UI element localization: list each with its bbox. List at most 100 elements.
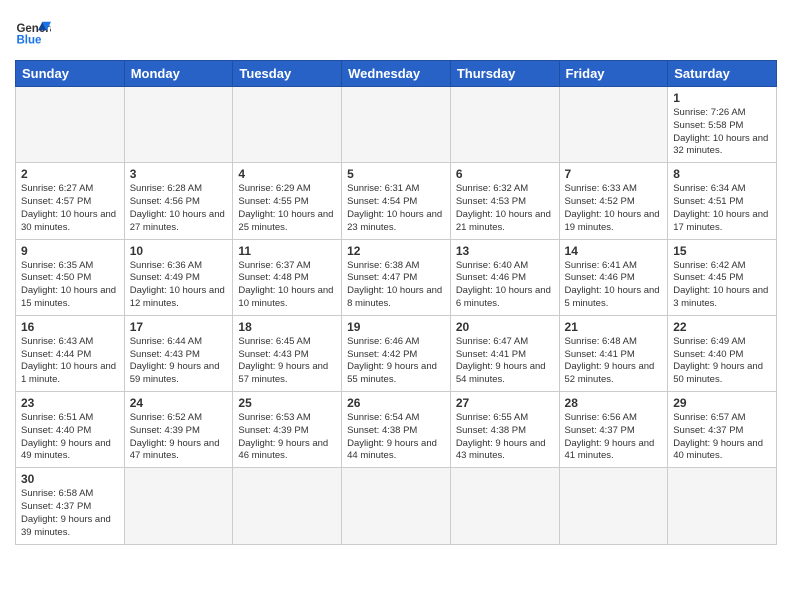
- calendar-cell: 7 Sunrise: 6:33 AM Sunset: 4:52 PM Daylig…: [559, 163, 668, 239]
- calendar-cell: 9Sunrise: 6:35 AM Sunset: 4:50 PM Daylig…: [16, 239, 125, 315]
- day-info: Sunrise: 6:51 AM Sunset: 4:40 PM Dayligh…: [21, 412, 119, 463]
- day-info: Sunrise: 6:46 AM Sunset: 4:42 PM Dayligh…: [347, 336, 445, 387]
- calendar-cell: [559, 87, 668, 163]
- calendar-cell: [450, 87, 559, 163]
- calendar-cell: [450, 468, 559, 544]
- day-info: Sunrise: 6:54 AM Sunset: 4:38 PM Dayligh…: [347, 412, 445, 463]
- calendar-header-sunday: Sunday: [16, 61, 125, 87]
- calendar: SundayMondayTuesdayWednesdayThursdayFrid…: [15, 60, 777, 545]
- calendar-cell: [16, 87, 125, 163]
- day-info: Sunrise: 6:52 AM Sunset: 4:39 PM Dayligh…: [130, 412, 228, 463]
- calendar-cell: 22 Sunrise: 6:49 AM Sunset: 4:40 PM Dayli…: [668, 315, 777, 391]
- day-number: 17: [130, 320, 228, 334]
- calendar-cell: [342, 468, 451, 544]
- day-info: Sunrise: 6:45 AM Sunset: 4:43 PM Dayligh…: [238, 336, 336, 387]
- day-number: 10: [130, 244, 228, 258]
- day-number: 15: [673, 244, 771, 258]
- day-info: Sunrise: 7:26 AM Sunset: 5:58 PM Dayligh…: [673, 107, 771, 158]
- calendar-cell: [233, 468, 342, 544]
- logo: General Blue: [15, 16, 51, 52]
- day-info: Sunrise: 6:28 AM Sunset: 4:56 PM Dayligh…: [130, 183, 228, 234]
- day-number: 9: [21, 244, 119, 258]
- calendar-cell: 28Sunrise: 6:56 AM Sunset: 4:37 PM Dayli…: [559, 392, 668, 468]
- calendar-cell: 27Sunrise: 6:55 AM Sunset: 4:38 PM Dayli…: [450, 392, 559, 468]
- day-number: 13: [456, 244, 554, 258]
- day-info: Sunrise: 6:56 AM Sunset: 4:37 PM Dayligh…: [565, 412, 663, 463]
- day-info: Sunrise: 6:36 AM Sunset: 4:49 PM Dayligh…: [130, 260, 228, 311]
- calendar-cell: 18 Sunrise: 6:45 AM Sunset: 4:43 PM Dayli…: [233, 315, 342, 391]
- day-info: Sunrise: 6:41 AM Sunset: 4:46 PM Dayligh…: [565, 260, 663, 311]
- header: General Blue: [15, 10, 777, 52]
- day-info: Sunrise: 6:33 AM Sunset: 4:52 PM Dayligh…: [565, 183, 663, 234]
- day-info: Sunrise: 6:38 AM Sunset: 4:47 PM Dayligh…: [347, 260, 445, 311]
- calendar-header-row: SundayMondayTuesdayWednesdayThursdayFrid…: [16, 61, 777, 87]
- calendar-cell: 30 Sunrise: 6:58 AM Sunset: 4:37 PM Dayli…: [16, 468, 125, 544]
- calendar-cell: [342, 87, 451, 163]
- calendar-cell: 10 Sunrise: 6:36 AM Sunset: 4:49 PM Dayli…: [124, 239, 233, 315]
- day-info: Sunrise: 6:32 AM Sunset: 4:53 PM Dayligh…: [456, 183, 554, 234]
- calendar-cell: 25 Sunrise: 6:53 AM Sunset: 4:39 PM Dayli…: [233, 392, 342, 468]
- day-info: Sunrise: 6:29 AM Sunset: 4:55 PM Dayligh…: [238, 183, 336, 234]
- day-info: Sunrise: 6:53 AM Sunset: 4:39 PM Dayligh…: [238, 412, 336, 463]
- calendar-cell: [233, 87, 342, 163]
- calendar-header-tuesday: Tuesday: [233, 61, 342, 87]
- calendar-cell: 24Sunrise: 6:52 AM Sunset: 4:39 PM Dayli…: [124, 392, 233, 468]
- day-info: Sunrise: 6:49 AM Sunset: 4:40 PM Dayligh…: [673, 336, 771, 387]
- calendar-cell: 20 Sunrise: 6:47 AM Sunset: 4:41 PM Dayli…: [450, 315, 559, 391]
- day-number: 25: [238, 396, 336, 410]
- calendar-cell: 15 Sunrise: 6:42 AM Sunset: 4:45 PM Dayli…: [668, 239, 777, 315]
- day-info: Sunrise: 6:34 AM Sunset: 4:51 PM Dayligh…: [673, 183, 771, 234]
- calendar-cell: [668, 468, 777, 544]
- calendar-cell: 19 Sunrise: 6:46 AM Sunset: 4:42 PM Dayli…: [342, 315, 451, 391]
- day-info: Sunrise: 6:31 AM Sunset: 4:54 PM Dayligh…: [347, 183, 445, 234]
- calendar-cell: 21Sunrise: 6:48 AM Sunset: 4:41 PM Dayli…: [559, 315, 668, 391]
- svg-text:Blue: Blue: [16, 34, 42, 46]
- day-info: Sunrise: 6:37 AM Sunset: 4:48 PM Dayligh…: [238, 260, 336, 311]
- day-number: 26: [347, 396, 445, 410]
- calendar-cell: 2 Sunrise: 6:27 AM Sunset: 4:57 PM Daylig…: [16, 163, 125, 239]
- day-info: Sunrise: 6:43 AM Sunset: 4:44 PM Dayligh…: [21, 336, 119, 387]
- calendar-cell: 14Sunrise: 6:41 AM Sunset: 4:46 PM Dayli…: [559, 239, 668, 315]
- calendar-cell: 23Sunrise: 6:51 AM Sunset: 4:40 PM Dayli…: [16, 392, 125, 468]
- calendar-cell: 26 Sunrise: 6:54 AM Sunset: 4:38 PM Dayli…: [342, 392, 451, 468]
- calendar-cell: 12Sunrise: 6:38 AM Sunset: 4:47 PM Dayli…: [342, 239, 451, 315]
- day-number: 18: [238, 320, 336, 334]
- day-info: Sunrise: 6:27 AM Sunset: 4:57 PM Dayligh…: [21, 183, 119, 234]
- calendar-cell: 3 Sunrise: 6:28 AM Sunset: 4:56 PM Daylig…: [124, 163, 233, 239]
- day-number: 21: [565, 320, 663, 334]
- day-info: Sunrise: 6:58 AM Sunset: 4:37 PM Dayligh…: [21, 488, 119, 539]
- page: General Blue SundayMondayTuesdayWednesda…: [0, 0, 792, 560]
- day-number: 20: [456, 320, 554, 334]
- calendar-cell: 16 Sunrise: 6:43 AM Sunset: 4:44 PM Dayli…: [16, 315, 125, 391]
- calendar-cell: 5 Sunrise: 6:31 AM Sunset: 4:54 PM Daylig…: [342, 163, 451, 239]
- day-number: 8: [673, 167, 771, 181]
- day-number: 7: [565, 167, 663, 181]
- calendar-header-friday: Friday: [559, 61, 668, 87]
- day-number: 6: [456, 167, 554, 181]
- day-info: Sunrise: 6:42 AM Sunset: 4:45 PM Dayligh…: [673, 260, 771, 311]
- calendar-cell: 4Sunrise: 6:29 AM Sunset: 4:55 PM Daylig…: [233, 163, 342, 239]
- calendar-header-monday: Monday: [124, 61, 233, 87]
- day-number: 30: [21, 472, 119, 486]
- calendar-cell: [124, 468, 233, 544]
- calendar-cell: 6 Sunrise: 6:32 AM Sunset: 4:53 PM Daylig…: [450, 163, 559, 239]
- calendar-cell: 29Sunrise: 6:57 AM Sunset: 4:37 PM Dayli…: [668, 392, 777, 468]
- day-number: 19: [347, 320, 445, 334]
- day-number: 5: [347, 167, 445, 181]
- day-number: 2: [21, 167, 119, 181]
- calendar-cell: 11 Sunrise: 6:37 AM Sunset: 4:48 PM Dayli…: [233, 239, 342, 315]
- calendar-header-wednesday: Wednesday: [342, 61, 451, 87]
- day-info: Sunrise: 6:44 AM Sunset: 4:43 PM Dayligh…: [130, 336, 228, 387]
- day-number: 22: [673, 320, 771, 334]
- day-number: 16: [21, 320, 119, 334]
- calendar-cell: [124, 87, 233, 163]
- calendar-cell: 1 Sunrise: 7:26 AM Sunset: 5:58 PM Daylig…: [668, 87, 777, 163]
- day-number: 11: [238, 244, 336, 258]
- calendar-header-thursday: Thursday: [450, 61, 559, 87]
- day-info: Sunrise: 6:47 AM Sunset: 4:41 PM Dayligh…: [456, 336, 554, 387]
- day-number: 3: [130, 167, 228, 181]
- day-number: 1: [673, 91, 771, 105]
- calendar-cell: [559, 468, 668, 544]
- day-number: 29: [673, 396, 771, 410]
- calendar-cell: 13Sunrise: 6:40 AM Sunset: 4:46 PM Dayli…: [450, 239, 559, 315]
